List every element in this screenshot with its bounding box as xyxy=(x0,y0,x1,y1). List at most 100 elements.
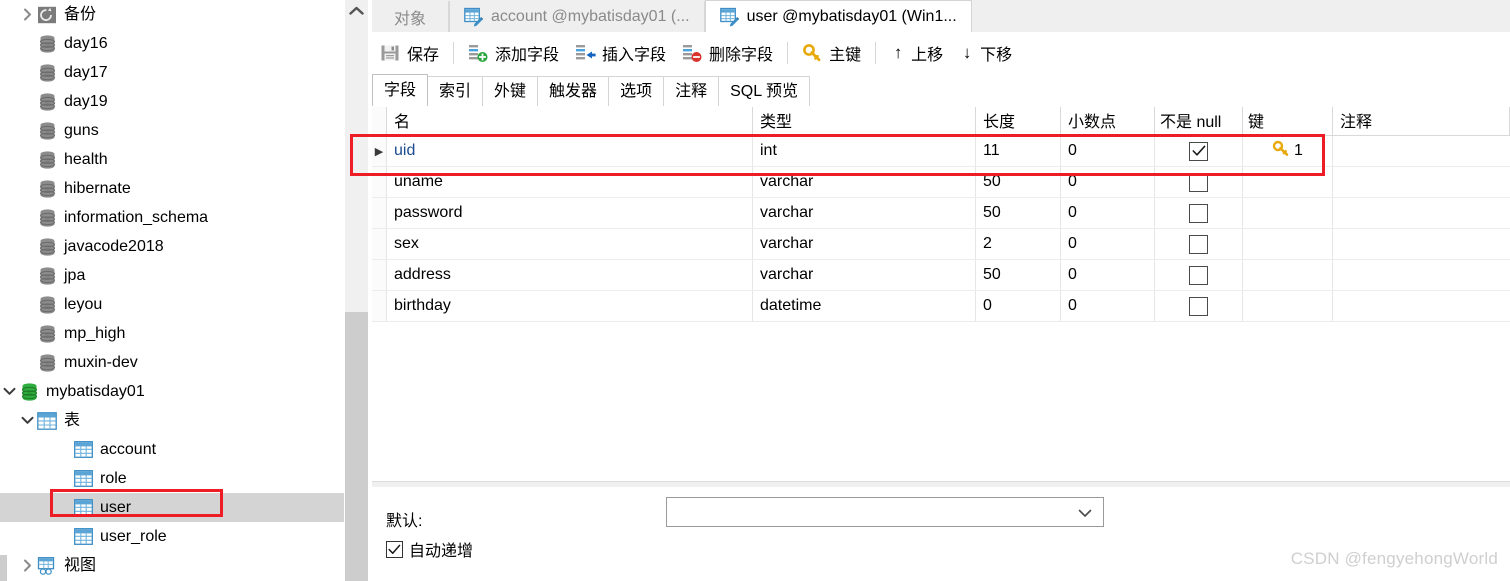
table-row[interactable]: sex varchar 2 0 xyxy=(372,229,1510,260)
database-tree-sidebar[interactable]: 备份 day16 day17 day19 guns health hibernate info… xyxy=(0,0,345,581)
cell-decimals[interactable]: 0 xyxy=(1061,198,1155,228)
cell-name[interactable]: sex xyxy=(387,229,753,259)
chevron-right-icon[interactable] xyxy=(18,0,36,29)
tree-item-mybatisday01[interactable]: mybatisday01 xyxy=(0,377,345,406)
cell-comment[interactable] xyxy=(1333,136,1510,166)
cell-comment[interactable] xyxy=(1333,260,1510,290)
cell-not-null[interactable] xyxy=(1155,291,1243,321)
fields-grid[interactable]: 名 类型 长度 小数点 不是 null 键 注释 ▶ uid int 11 0 1 unam… xyxy=(372,106,1510,482)
cell-comment[interactable] xyxy=(1333,198,1510,228)
tree-item-leyou[interactable]: leyou xyxy=(0,290,345,319)
tree-item-day19[interactable]: day19 xyxy=(0,87,345,116)
tree-item-视图[interactable]: 视图 xyxy=(0,551,345,580)
cell-key[interactable] xyxy=(1243,229,1333,259)
tree-item-muxin-dev[interactable]: muxin-dev xyxy=(0,348,345,377)
tree-item-day17[interactable]: day17 xyxy=(0,58,345,87)
tree-item-user_role[interactable]: user_role xyxy=(0,522,345,551)
cell-length[interactable]: 0 xyxy=(976,291,1061,321)
cell-decimals[interactable]: 0 xyxy=(1061,167,1155,197)
cell-decimals[interactable]: 0 xyxy=(1061,291,1155,321)
not-null-checkbox[interactable] xyxy=(1189,172,1208,192)
chevron-right-icon[interactable] xyxy=(18,551,36,580)
cell-not-null[interactable] xyxy=(1155,167,1243,197)
cell-length[interactable]: 50 xyxy=(976,198,1061,228)
primary-key-button[interactable]: 主键 xyxy=(794,36,869,70)
table-row[interactable]: birthday datetime 0 0 xyxy=(372,291,1510,322)
tree-item-jpa[interactable]: jpa xyxy=(0,261,345,290)
editor-tabs[interactable]: account @mybatisday01 (... user @mybatisd… xyxy=(449,0,972,32)
cell-type[interactable]: varchar xyxy=(753,229,976,259)
cell-length[interactable]: 11 xyxy=(976,136,1061,166)
cell-type[interactable]: varchar xyxy=(753,167,976,197)
sidebar-vertical-scrollbar[interactable] xyxy=(345,0,368,581)
header-comment[interactable]: 注释 xyxy=(1333,107,1510,135)
auto-increment-checkbox[interactable] xyxy=(386,540,403,558)
default-value-combobox[interactable] xyxy=(666,497,1104,527)
move-down-button[interactable]: ↓ 下移 xyxy=(951,36,1020,70)
chevron-down-icon[interactable] xyxy=(0,377,18,406)
header-name[interactable]: 名 xyxy=(387,107,753,135)
tree-item-day16[interactable]: day16 xyxy=(0,29,345,58)
cell-type[interactable]: varchar xyxy=(753,260,976,290)
editor-tab-0[interactable]: account @mybatisday01 (... xyxy=(449,1,705,32)
cell-comment[interactable] xyxy=(1333,229,1510,259)
save-button[interactable]: 保存 xyxy=(372,36,447,70)
editor-tab-1[interactable]: user @mybatisday01 (Win1... xyxy=(704,0,972,32)
cell-type[interactable]: varchar xyxy=(753,198,976,228)
cell-decimals[interactable]: 0 xyxy=(1061,136,1155,166)
cell-key[interactable] xyxy=(1243,260,1333,290)
cell-key[interactable]: 1 xyxy=(1243,136,1333,166)
cell-length[interactable]: 2 xyxy=(976,229,1061,259)
subtab-索引[interactable]: 索引 xyxy=(427,76,484,106)
move-up-button[interactable]: ↑ 上移 xyxy=(882,36,951,70)
subtab-选项[interactable]: 选项 xyxy=(608,76,665,106)
not-null-checkbox[interactable] xyxy=(1189,234,1208,254)
chevron-down-icon[interactable] xyxy=(18,406,36,435)
tree-item-role[interactable]: role xyxy=(0,464,345,493)
subtab-外键[interactable]: 外键 xyxy=(482,76,539,106)
design-subtabs[interactable]: 字段 索引 外键 触发器 选项 注释 SQL 预览 xyxy=(372,74,1510,106)
auto-increment-row[interactable]: 自动递增 xyxy=(386,537,473,561)
subtab-触发器[interactable]: 触发器 xyxy=(537,76,610,106)
sidebar-horizontal-scrollbar[interactable] xyxy=(0,555,7,581)
tree-item-mp_high[interactable]: mp_high xyxy=(0,319,345,348)
tree-item-account[interactable]: account xyxy=(0,435,345,464)
tree-item-user[interactable]: user xyxy=(0,493,345,522)
tree-item-hibernate[interactable]: hibernate xyxy=(0,174,345,203)
delete-field-button[interactable]: 删除字段 xyxy=(674,36,781,70)
header-length[interactable]: 长度 xyxy=(976,107,1061,135)
database-tree[interactable]: 备份 day16 day17 day19 guns health hibernate info… xyxy=(0,0,345,580)
scroll-up-arrow-icon[interactable] xyxy=(345,0,368,22)
header-decimals[interactable]: 小数点 xyxy=(1061,107,1155,135)
cell-not-null[interactable] xyxy=(1155,136,1243,166)
cell-not-null[interactable] xyxy=(1155,229,1243,259)
cell-name[interactable]: password xyxy=(387,198,753,228)
cell-length[interactable]: 50 xyxy=(976,167,1061,197)
cell-name[interactable]: uname xyxy=(387,167,753,197)
cell-length[interactable]: 50 xyxy=(976,260,1061,290)
not-null-checkbox[interactable] xyxy=(1189,141,1208,161)
tree-item-guns[interactable]: guns xyxy=(0,116,345,145)
tree-item-information_schema[interactable]: information_schema xyxy=(0,203,345,232)
tab-object[interactable]: 对象 xyxy=(372,1,450,32)
not-null-checkbox[interactable] xyxy=(1189,296,1208,316)
insert-field-button[interactable]: 插入字段 xyxy=(567,36,674,70)
cell-name[interactable]: uid xyxy=(387,136,753,166)
subtab-字段[interactable]: 字段 xyxy=(372,74,429,106)
design-toolbar[interactable]: 保存 添加字段 插入字段 删除字段 主键 ↑ 上移 ↓ 下移 xyxy=(372,32,1510,74)
fields-grid-body[interactable]: ▶ uid int 11 0 1 uname varchar 50 0 password varcha… xyxy=(372,136,1510,322)
header-type[interactable]: 类型 xyxy=(753,107,976,135)
add-field-button[interactable]: 添加字段 xyxy=(460,36,567,70)
header-not-null[interactable]: 不是 null xyxy=(1155,107,1243,135)
cell-name[interactable]: birthday xyxy=(387,291,753,321)
not-null-checkbox[interactable] xyxy=(1189,203,1208,223)
header-key[interactable]: 键 xyxy=(1243,107,1333,135)
table-row[interactable]: password varchar 50 0 xyxy=(372,198,1510,229)
table-row[interactable]: ▶ uid int 11 0 1 xyxy=(372,136,1510,167)
cell-not-null[interactable] xyxy=(1155,260,1243,290)
tree-item-health[interactable]: health xyxy=(0,145,345,174)
scrollbar-thumb[interactable] xyxy=(345,312,368,581)
cell-type[interactable]: datetime xyxy=(753,291,976,321)
cell-not-null[interactable] xyxy=(1155,198,1243,228)
cell-key[interactable] xyxy=(1243,291,1333,321)
